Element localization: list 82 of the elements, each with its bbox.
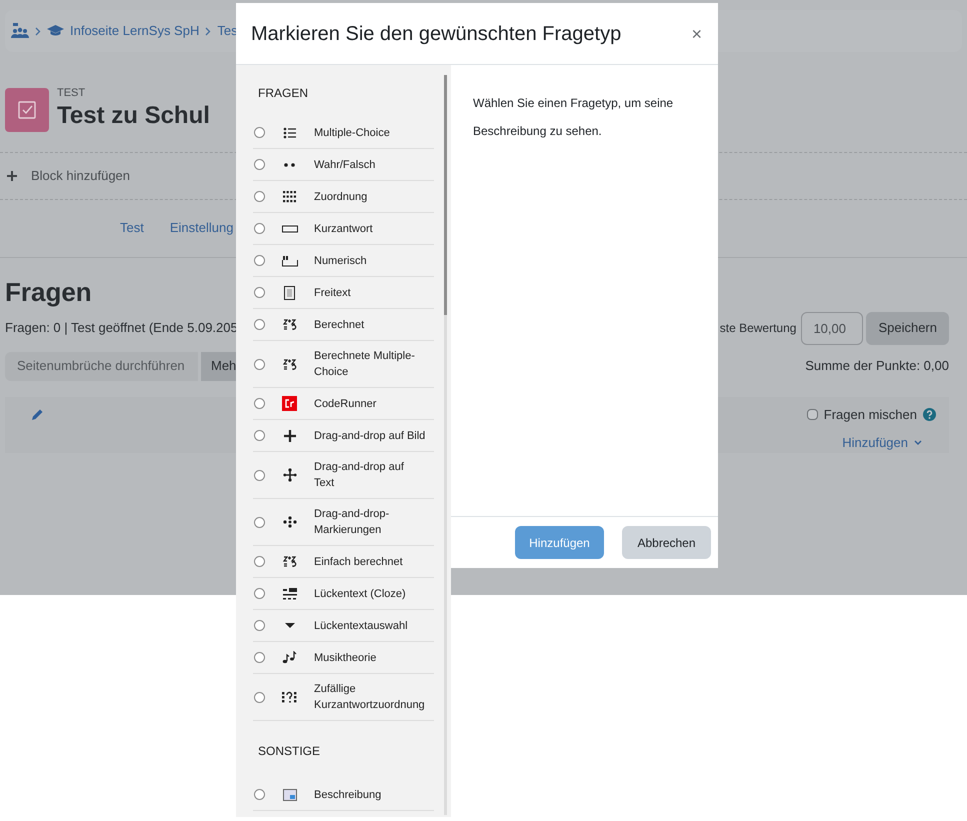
chevron-down-icon <box>914 440 922 446</box>
total-points: Summe der Punkte: 0,00 <box>805 357 949 376</box>
shuffle-label: Fragen mischen <box>824 406 917 424</box>
grade-input[interactable]: 10,00 <box>801 312 864 344</box>
dialog-title: Markieren Sie den gewünschten Fragetyp <box>251 22 622 46</box>
radio-button[interactable] <box>254 652 265 663</box>
radio-button[interactable] <box>254 516 265 528</box>
formula-icon <box>282 318 296 331</box>
question-type-option[interactable]: Einfach berechnet <box>253 546 434 578</box>
description-text: Wählen Sie einen Fragetyp, um seine Beschreibung zu sehen. <box>473 95 674 140</box>
activity-type-label: TEST <box>57 87 86 100</box>
question-type-option[interactable]: Berechnete Multiple-Choice <box>253 341 434 388</box>
radio-button[interactable] <box>254 255 265 266</box>
dialog-button[interactable]: Abbrechen <box>622 526 711 559</box>
toolbar-button[interactable]: Meh <box>201 352 239 380</box>
shuffle-checkbox[interactable] <box>806 408 818 420</box>
section-label: FRAGEN <box>257 85 310 102</box>
question-type-option[interactable]: Drag-and-drop auf Bild <box>253 420 434 452</box>
question-type-option[interactable]: Multiple-Choice <box>253 117 434 149</box>
radio-button[interactable] <box>254 287 265 298</box>
question-type-option[interactable]: Musiktheorie <box>253 642 434 674</box>
radio-button[interactable] <box>254 430 265 441</box>
dots-icon <box>282 162 296 168</box>
close-button[interactable]: × <box>691 24 702 42</box>
question-type-option[interactable]: Zufällige Kurzantwortzuordnung <box>253 674 434 721</box>
radio-button[interactable] <box>254 191 265 202</box>
dropdown-triangle-icon <box>284 622 296 629</box>
section-label: SONSTIGE <box>257 743 322 760</box>
question-type-option[interactable]: Drag-and-drop auf Text <box>253 452 434 499</box>
section-heading: Fragen <box>5 276 92 308</box>
question-type-option[interactable]: Lückentext (Cloze) <box>253 578 434 610</box>
add-block-link[interactable]: Block hinzufügen <box>31 166 130 186</box>
radio-button[interactable] <box>254 319 265 330</box>
question-type-option[interactable]: Beschreibung <box>253 779 434 811</box>
question-type-option[interactable]: Numerisch <box>253 245 434 277</box>
radio-button[interactable] <box>254 692 265 702</box>
question-type-option[interactable]: Drag-and-drop-Markierungen <box>253 499 434 546</box>
question-type-option[interactable]: Kurzantwort <box>253 213 434 245</box>
radio-button[interactable] <box>254 470 265 480</box>
radio-button[interactable] <box>254 223 265 234</box>
image-frame-icon <box>282 788 296 800</box>
people-icon[interactable] <box>11 23 29 39</box>
radio-button[interactable] <box>254 588 265 599</box>
grade-label: ste Bewertung <box>720 320 796 337</box>
cross-arrows-icon <box>282 428 296 442</box>
radio-button[interactable] <box>254 556 265 567</box>
quiz-icon <box>5 88 49 132</box>
plus-icon <box>7 171 17 181</box>
question-type-option[interactable]: Wahr/Falsch <box>253 149 434 181</box>
radio-button[interactable] <box>254 358 265 370</box>
move-arrows-icon <box>282 468 296 482</box>
scrollbar-thumb[interactable] <box>444 75 447 315</box>
pencil-icon[interactable] <box>31 408 44 420</box>
help-icon[interactable] <box>923 408 936 421</box>
gap-text-icon <box>282 588 296 600</box>
question-type-option[interactable]: Lückentextauswahl <box>253 610 434 642</box>
list-icon <box>282 126 296 138</box>
formula-icon <box>282 555 296 568</box>
radio-button[interactable] <box>254 127 265 138</box>
formula-icon <box>282 358 296 370</box>
question-type-option[interactable]: CodeRunner <box>253 388 434 420</box>
radio-button[interactable] <box>254 159 265 170</box>
radio-button[interactable] <box>254 620 265 631</box>
chevron-icon <box>205 26 212 36</box>
save-button[interactable]: Speichern <box>866 312 949 344</box>
music-notes-icon <box>282 651 297 664</box>
chevron-icon <box>35 26 41 36</box>
status-text: Fragen: 0 | Test geöffnet (Ende 5.09.205 <box>5 319 238 338</box>
dot-cross-icon <box>282 516 296 528</box>
number-field-icon <box>282 254 298 266</box>
question-type-option[interactable]: Berechnet <box>253 309 434 341</box>
question-type-option[interactable]: Freitext <box>253 277 434 309</box>
question-type-option[interactable]: Zuordnung <box>253 181 434 213</box>
radio-button[interactable] <box>254 789 265 800</box>
text-field-icon <box>282 224 298 232</box>
document-icon <box>284 286 295 300</box>
grid-dots-icon <box>282 190 296 202</box>
question-dots-icon <box>282 690 297 704</box>
page-title: Test zu Schul <box>57 101 210 131</box>
graduation-cap-icon <box>47 25 64 37</box>
code-logo-icon <box>282 396 297 411</box>
radio-button[interactable] <box>254 398 265 409</box>
